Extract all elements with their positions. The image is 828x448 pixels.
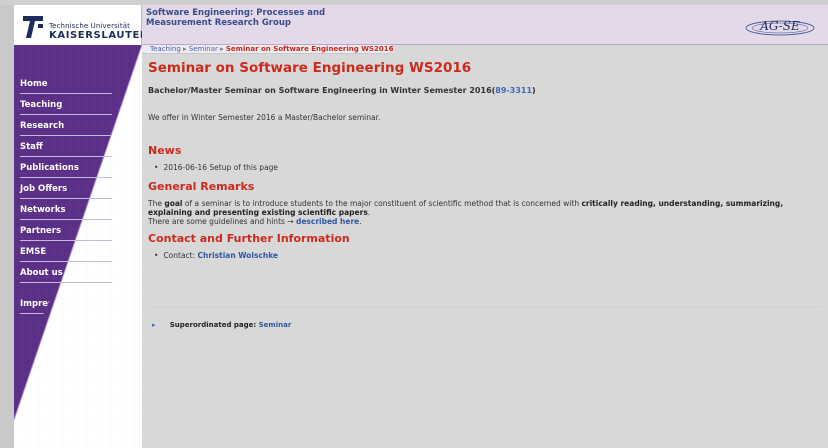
agse-logo-icon[interactable]: AG-SE (744, 15, 816, 37)
nav-impressum[interactable]: Impressum (14, 296, 52, 317)
course-number-link[interactable]: 89-3311 (495, 86, 532, 95)
nav-job-offers[interactable]: Job Offers (14, 181, 124, 202)
breadcrumb-current: Seminar on Software Engineering WS2016 (225, 45, 394, 53)
subtitle-text: Bachelor/Master Seminar on Software Engi… (148, 86, 496, 95)
nav-teaching[interactable]: Teaching (14, 97, 124, 118)
logo-university-name: Technische Universität (49, 22, 130, 30)
news-heading: News (148, 144, 182, 157)
site-header: Software Engineering: Processes and Meas… (142, 5, 828, 45)
group-title-line2: Measurement Research Group (146, 18, 291, 28)
agse-logo-text: AG-SE (759, 19, 800, 33)
contact-heading: Contact and Further Information (148, 232, 350, 245)
contact-list: Contact: Christian Wolschke (148, 251, 828, 260)
breadcrumb-teaching-link[interactable]: Teaching (150, 45, 181, 53)
described-here-link[interactable]: described here (296, 217, 359, 226)
nav-partners[interactable]: Partners (14, 223, 124, 244)
main-content: Seminar on Software Engineering WS2016 B… (148, 60, 828, 260)
breadcrumb-separator-icon: ▸ (220, 45, 224, 53)
general-remarks-heading: General Remarks (148, 180, 255, 193)
text-run: There are some guidelines and hints → (148, 217, 296, 226)
general-remarks-paragraph: The goal of a seminar is to introduce st… (148, 199, 820, 226)
contact-person-link[interactable]: Christian Wolschke (198, 251, 279, 260)
text-bold: goal (164, 199, 183, 208)
breadcrumb: Teaching ▸ Seminar ▸ Seminar on Software… (142, 45, 393, 54)
nav-networks[interactable]: Networks (14, 202, 124, 223)
main-navigation: Home Teaching Research Staff Publication… (14, 76, 124, 317)
text-run: The (148, 199, 165, 208)
nav-about-us[interactable]: About us (14, 265, 124, 286)
nav-home[interactable]: Home (14, 76, 124, 97)
university-logo[interactable]: Technische Universität KAISERSLAUTERN (14, 5, 157, 45)
tu-logo-icon (23, 16, 43, 38)
page-title: Seminar on Software Engineering WS2016 (148, 60, 472, 76)
superordinated-page: ▸ Superordinated page: Seminar (152, 321, 291, 329)
subtitle-suffix: ) (532, 86, 536, 95)
list-item: Contact: Christian Wolschke (154, 251, 828, 260)
breadcrumb-seminar-link[interactable]: Seminar (189, 45, 218, 53)
text-run: of a seminar is to introduce students to… (182, 199, 582, 208)
page-subtitle: Bachelor/Master Seminar on Software Engi… (148, 86, 828, 95)
nav-emse[interactable]: EMSE (14, 244, 124, 265)
content-divider (148, 306, 823, 308)
list-item: 2016-06-16 Setup of this page (154, 163, 828, 172)
breadcrumb-separator-icon: ▸ (183, 45, 187, 53)
group-title[interactable]: Software Engineering: Processes and Meas… (146, 8, 346, 28)
intro-text: We offer in Winter Semester 2016 a Maste… (148, 113, 381, 122)
nav-staff[interactable]: Staff (14, 139, 124, 160)
arrow-right-icon: ▸ (152, 321, 156, 329)
group-title-line1: Software Engineering: Processes and (146, 8, 326, 18)
superordinated-seminar-link[interactable]: Seminar (259, 321, 292, 329)
superordinated-label: Superordinated page: (169, 321, 259, 329)
nav-publications[interactable]: Publications (14, 160, 124, 181)
text-run: . (367, 208, 371, 217)
contact-label: Contact: (163, 251, 198, 260)
logo-city-name: KAISERSLAUTERN (49, 30, 158, 41)
text-run: . (359, 217, 362, 226)
nav-research[interactable]: Research (14, 118, 124, 139)
news-list: 2016-06-16 Setup of this page (148, 163, 828, 172)
